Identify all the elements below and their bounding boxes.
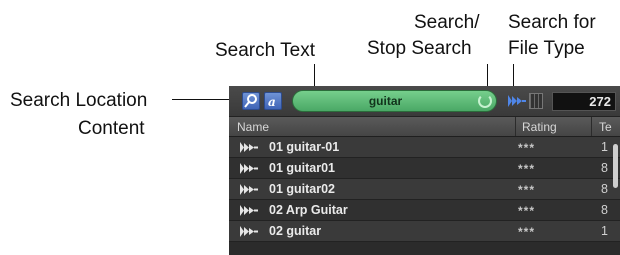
grid-icon[interactable] (529, 93, 543, 109)
callout-file-type-2: File Type (508, 38, 585, 59)
file-rating[interactable]: *** (518, 225, 535, 239)
callout-location-2: Content (78, 118, 145, 139)
audio-file-icon (240, 184, 258, 195)
browser-panel: a guitar 272 Name Rating Te 01 guitar-01… (229, 86, 620, 255)
file-rating[interactable]: *** (518, 183, 535, 197)
result-count: 272 (552, 92, 616, 111)
search-input-value: guitar (368, 94, 403, 108)
file-tempo: 8 (601, 182, 608, 196)
svg-text:a: a (268, 95, 276, 109)
callout-file-type-1: Search for (508, 12, 596, 33)
list-item[interactable]: 01 guitar-01 *** 1 (229, 137, 620, 158)
callout-search-stop-1: Search/ (414, 12, 480, 33)
list-item[interactable]: 02 guitar *** 1 (229, 221, 620, 242)
column-header-name[interactable]: Name (237, 120, 269, 134)
text-icon: a (268, 95, 276, 109)
list-item[interactable]: 02 Arp Guitar *** 8 (229, 200, 620, 221)
file-tempo: 1 (601, 140, 608, 154)
column-header-rating[interactable]: Rating (522, 120, 557, 134)
audio-file-icon (240, 205, 258, 216)
vertical-scrollbar[interactable] (613, 144, 618, 188)
file-name: 02 guitar (269, 224, 322, 238)
callout-location-1: Search Location (10, 90, 148, 111)
audio-file-icon (240, 226, 258, 237)
file-name: 02 Arp Guitar (269, 203, 348, 217)
list-item[interactable]: 01 guitar01 *** 8 (229, 158, 620, 179)
file-rating[interactable]: *** (518, 141, 535, 155)
file-name: 01 guitar-01 (269, 140, 340, 154)
magnifier-icon (244, 94, 257, 108)
file-tempo: 8 (601, 161, 608, 175)
file-rating[interactable]: *** (518, 162, 535, 176)
column-headers: Name Rating Te (229, 117, 620, 137)
callout-search-stop-2: Stop Search (367, 38, 472, 59)
search-toolbar: a guitar 272 (229, 86, 620, 117)
column-header-tempo[interactable]: Te (599, 120, 612, 134)
column-divider[interactable] (591, 117, 592, 136)
content-search-button[interactable]: a (264, 92, 282, 110)
file-name: 01 guitar02 (269, 182, 336, 196)
audio-file-icon (240, 163, 258, 174)
audio-file-icon (240, 142, 258, 153)
file-rating[interactable]: *** (518, 204, 535, 218)
column-divider[interactable] (515, 117, 516, 136)
audio-waveform-icon[interactable] (508, 95, 526, 107)
file-tempo: 1 (601, 224, 608, 238)
search-input[interactable]: guitar (292, 90, 497, 112)
file-tempo: 8 (601, 203, 608, 217)
search-location-button[interactable] (242, 92, 260, 110)
callout-search-text: Search Text (215, 40, 315, 61)
results-list: 01 guitar-01 *** 1 01 guitar01 *** 8 01 … (229, 137, 620, 242)
file-name: 01 guitar01 (269, 161, 336, 175)
list-item[interactable]: 01 guitar02 *** 8 (229, 179, 620, 200)
refresh-icon[interactable] (478, 94, 492, 108)
